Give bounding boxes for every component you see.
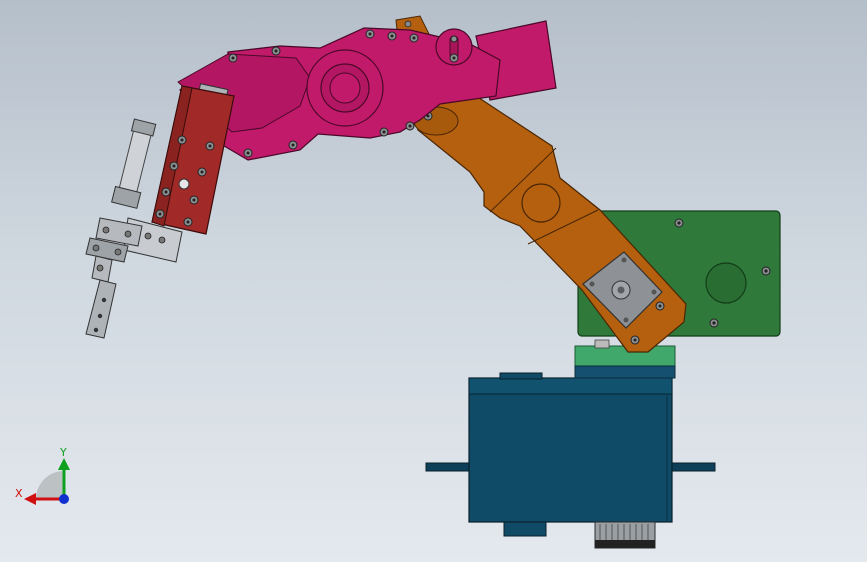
robot-arm-model[interactable]: Y X <box>0 0 867 562</box>
cad-viewport[interactable]: Y X <box>0 0 867 562</box>
base-stepper-stub <box>594 521 656 549</box>
orientation-triad[interactable]: Y X <box>15 446 70 505</box>
wrist-bracket[interactable] <box>151 83 235 235</box>
z-axis-marker <box>59 494 69 504</box>
triad-y-label: Y <box>59 446 67 459</box>
triad-x-label: X <box>15 487 23 500</box>
base-servo-housing[interactable] <box>425 372 716 537</box>
